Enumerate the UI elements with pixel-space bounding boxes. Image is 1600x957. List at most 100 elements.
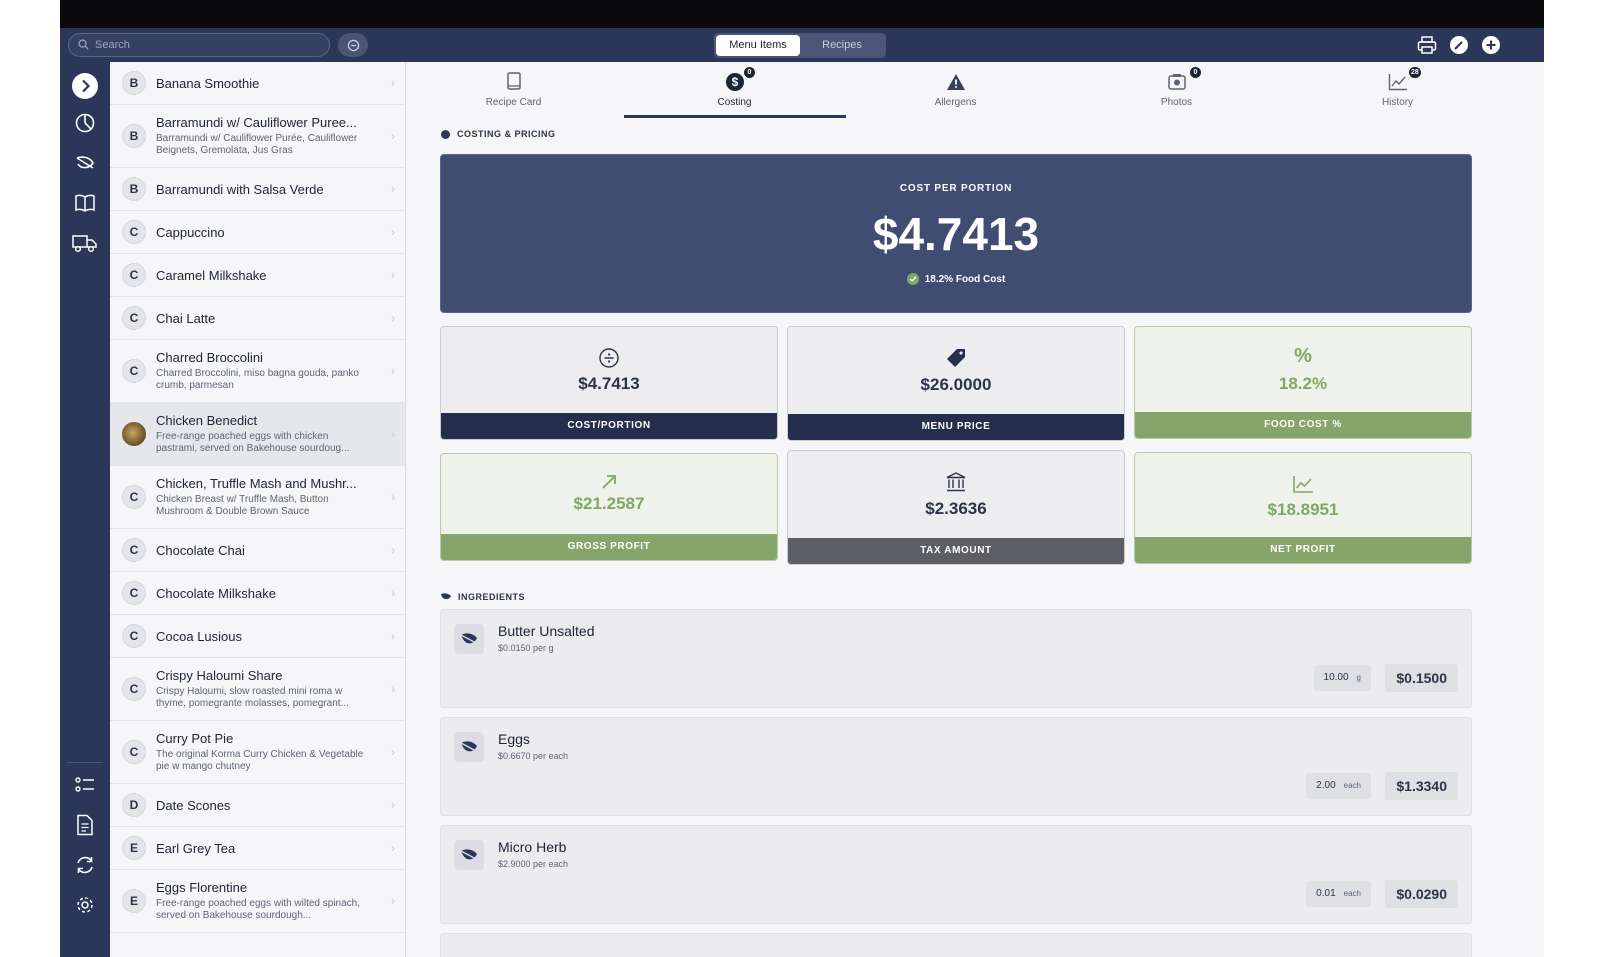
ingredient-row[interactable] bbox=[440, 933, 1472, 957]
list-item[interactable]: B Barramundi w/ Cauliflower Puree... Barra… bbox=[110, 105, 405, 168]
item-text: Date Scones bbox=[156, 798, 405, 813]
card-value: $21.2587 bbox=[573, 494, 645, 513]
item-text: Chocolate Milkshake bbox=[156, 586, 405, 601]
tab-allergens[interactable]: Allergens bbox=[845, 62, 1066, 118]
view-segmented-control: Menu Items Recipes bbox=[714, 33, 886, 58]
item-title: Earl Grey Tea bbox=[156, 840, 236, 856]
hero-label: COST PER PORTION bbox=[899, 183, 1013, 194]
list-item[interactable]: C Cocoa Lusious › bbox=[110, 615, 405, 658]
card-label: GROSS PROFIT bbox=[441, 534, 777, 560]
item-text: Chicken Benedict Free-range poached eggs … bbox=[156, 413, 405, 455]
list-item[interactable]: C Chicken, Truffle Mash and Mushr... Chick… bbox=[110, 466, 405, 529]
chevron-right-icon: › bbox=[391, 745, 395, 759]
quantity-unit: each bbox=[1343, 889, 1361, 898]
nav-tasks[interactable] bbox=[71, 771, 99, 799]
search-placeholder: Search bbox=[95, 39, 130, 51]
ingredient-row[interactable]: Butter Unsalted $0.0150 per g 10.00 g $0.… bbox=[440, 609, 1472, 708]
tab-recipe-card[interactable]: Recipe Card bbox=[403, 62, 624, 118]
list-item[interactable]: B Banana Smoothie › bbox=[110, 62, 405, 105]
nav-reports[interactable] bbox=[71, 811, 99, 839]
search-input[interactable]: Search bbox=[68, 33, 330, 57]
item-letter-avatar: C bbox=[122, 220, 146, 244]
sync-icon bbox=[77, 856, 93, 874]
list-item[interactable]: C Curry Pot Pie The original Korma Curry C… bbox=[110, 721, 405, 784]
segment-menu-items[interactable]: Menu Items bbox=[716, 35, 800, 56]
bank-icon bbox=[945, 471, 967, 493]
net-profit-card[interactable]: $18.8951 NET PROFIT bbox=[1134, 452, 1472, 564]
food-cost-card[interactable]: % 18.2% FOOD COST % bbox=[1134, 326, 1472, 439]
card-value: $18.8951 bbox=[1267, 500, 1339, 519]
ingredient-name: Butter Unsalted bbox=[498, 623, 595, 639]
item-description: Barramundi w/ Cauliflower Purée, Caulifl… bbox=[156, 133, 358, 156]
nav-dashboard[interactable] bbox=[71, 109, 99, 137]
ingredient-row[interactable]: Eggs $0.6670 per each 2.00 each $1.3340 bbox=[440, 717, 1472, 816]
ingredient-row[interactable]: Micro Herb $2.9000 per each 0.01 each $0.… bbox=[440, 825, 1472, 924]
nav-sync[interactable] bbox=[71, 851, 99, 879]
item-letter-avatar: C bbox=[122, 677, 146, 701]
chevron-right-icon: › bbox=[391, 427, 395, 441]
item-title: Chicken, Truffle Mash and Mushr... bbox=[156, 476, 357, 491]
chevron-right-circle-icon bbox=[72, 73, 98, 99]
item-letter-avatar: C bbox=[122, 538, 146, 562]
ingredient-unit-price: $2.9000 per each bbox=[498, 859, 569, 869]
edit-button[interactable] bbox=[1448, 34, 1470, 56]
nav-suppliers[interactable] bbox=[71, 229, 99, 257]
list-item[interactable]: C Crispy Haloumi Share Crispy Haloumi, slo… bbox=[110, 658, 405, 721]
gross-profit-card[interactable]: $21.2587 GROSS PROFIT bbox=[440, 453, 778, 561]
quantity-field[interactable]: 2.00 each bbox=[1306, 773, 1371, 799]
tab-photos[interactable]: 0 Photos bbox=[1066, 62, 1287, 118]
leaf-icon bbox=[454, 732, 484, 762]
list-item[interactable]: C Chai Latte › bbox=[110, 297, 405, 340]
tab-history[interactable]: 28 History bbox=[1287, 62, 1508, 118]
arrow-up-right-icon bbox=[598, 471, 620, 493]
nav-ingredients[interactable] bbox=[71, 149, 99, 177]
chevron-right-icon: › bbox=[391, 268, 395, 282]
list-item[interactable]: E Earl Grey Tea › bbox=[110, 827, 405, 870]
list-item[interactable]: Chicken Benedict Free-range poached eggs … bbox=[110, 403, 405, 466]
tax-amount-card[interactable]: $2.3636 TAX AMOUNT bbox=[787, 450, 1125, 565]
menu-price-card[interactable]: $26.0000 MENU PRICE bbox=[787, 326, 1125, 441]
expand-button[interactable] bbox=[71, 72, 99, 100]
list-item[interactable]: D Date Scones › bbox=[110, 784, 405, 827]
ingredient-unit-price: $0.6670 per each bbox=[498, 751, 569, 761]
card-label: MENU PRICE bbox=[788, 414, 1124, 440]
item-description: Free-range poached eggs with wilted spin… bbox=[156, 898, 361, 921]
leaf-icon bbox=[454, 624, 484, 654]
quantity-field[interactable]: 0.01 each bbox=[1306, 881, 1371, 907]
recipe-card-icon bbox=[503, 71, 525, 93]
tab-badge: 28 bbox=[1409, 67, 1421, 78]
list-item[interactable]: E Eggs Florentine Free-range poached eggs … bbox=[110, 870, 405, 933]
item-title: Chocolate Milkshake bbox=[156, 585, 276, 601]
cost-portion-card[interactable]: $4.7413 COST/PORTION bbox=[440, 326, 778, 440]
filter-button[interactable] bbox=[338, 33, 368, 57]
print-button[interactable] bbox=[1416, 34, 1438, 56]
active-tab-indicator bbox=[624, 115, 846, 118]
nav-recipes[interactable] bbox=[71, 189, 99, 217]
item-title: Chicken Benedict bbox=[156, 413, 258, 428]
leaf-icon bbox=[454, 840, 484, 870]
item-text: Charred Broccolini Charred Broccolini, mi… bbox=[156, 350, 405, 392]
list-item[interactable]: C Charred Broccolini Charred Broccolini, m… bbox=[110, 340, 405, 403]
item-title: Crispy Haloumi Share bbox=[156, 668, 283, 683]
price-tag-icon bbox=[945, 347, 967, 369]
list-item[interactable]: B Barramundi with Salsa Verde › bbox=[110, 168, 405, 211]
nav-settings[interactable] bbox=[71, 891, 99, 919]
item-letter-avatar: E bbox=[122, 836, 146, 860]
tab-costing[interactable]: $ 0 Costing bbox=[624, 62, 845, 118]
food-cost-status: 18.2% Food Cost bbox=[441, 273, 1471, 285]
item-text: Cappuccino bbox=[156, 225, 405, 240]
list-item[interactable]: C Cappuccino › bbox=[110, 211, 405, 254]
gear-icon bbox=[77, 897, 93, 913]
chevron-right-icon: › bbox=[391, 798, 395, 812]
list-item[interactable]: C Chocolate Chai › bbox=[110, 529, 405, 572]
detail-pane: Recipe Card $ 0 Costing Allergens 0 Phot… bbox=[407, 62, 1544, 957]
segment-recipes[interactable]: Recipes bbox=[800, 35, 884, 56]
warning-triangle-icon bbox=[945, 71, 967, 93]
quantity-field[interactable]: 10.00 g bbox=[1313, 665, 1371, 691]
item-title: Barramundi with Salsa Verde bbox=[156, 181, 324, 197]
item-text: Caramel Milkshake bbox=[156, 268, 405, 283]
add-button[interactable] bbox=[1480, 34, 1502, 56]
list-item[interactable]: C Chocolate Milkshake › bbox=[110, 572, 405, 615]
list-item[interactable]: C Caramel Milkshake › bbox=[110, 254, 405, 297]
quantity-value: 0.01 bbox=[1316, 888, 1336, 899]
